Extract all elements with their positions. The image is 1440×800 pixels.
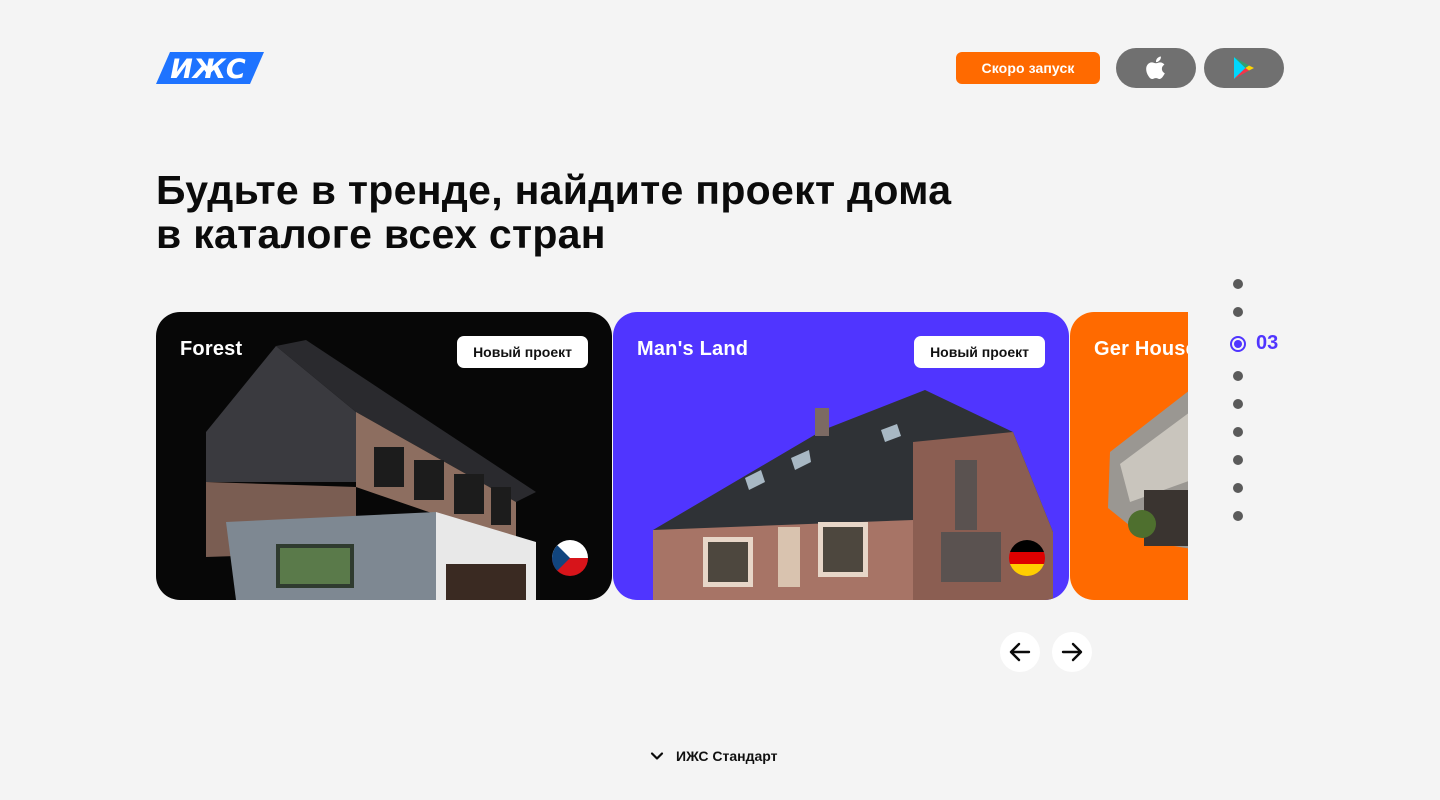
chevron-down-icon [650,752,664,760]
project-card-mans-land[interactable]: Man's Land Новый проект [613,312,1069,600]
project-card-ger-house[interactable]: Ger House [1070,312,1188,600]
card-title: Forest [180,338,243,360]
coming-soon-button[interactable]: Скоро запуск [956,52,1100,84]
pagination-dot[interactable] [1233,483,1243,493]
pagination-current-number: 03 [1256,332,1279,354]
logo-text: ИЖС [170,54,246,84]
card-title: Ger House [1094,338,1188,360]
previous-button[interactable] [1000,632,1040,672]
page-headline: Будьте в тренде, найдите проект дома в к… [156,168,1136,256]
google-play-button[interactable] [1204,48,1284,88]
arrow-right-icon [1061,642,1083,662]
next-button[interactable] [1052,632,1092,672]
arrow-left-icon [1009,642,1031,662]
google-play-icon [1234,57,1254,79]
pagination-dot[interactable] [1233,511,1243,521]
czech-flag-icon [552,540,588,576]
carousel-pagination: 03 [1230,276,1290,526]
new-project-badge: Новый проект [914,336,1045,368]
project-carousel[interactable]: Forest Новый проект Man's Land Новый про… [156,312,1188,600]
pagination-dot[interactable] [1233,307,1243,317]
headline-line-2: в каталоге всех стран [156,211,606,257]
pagination-dot[interactable] [1233,279,1243,289]
standard-toggle[interactable]: ИЖС Стандарт [648,744,777,768]
pagination-dot[interactable] [1233,371,1243,381]
logo[interactable]: ИЖС [156,52,264,84]
pagination-dot[interactable] [1233,455,1243,465]
standard-toggle-label: ИЖС Стандарт [676,748,778,764]
pagination-dot[interactable] [1233,427,1243,437]
new-project-badge: Новый проект [457,336,588,368]
headline-line-1: Будьте в тренде, найдите проект дома [156,167,952,213]
pagination-dot[interactable] [1233,399,1243,409]
apple-icon [1146,56,1165,79]
card-title: Man's Land [637,338,749,360]
project-card-forest[interactable]: Forest Новый проект [156,312,612,600]
page: ИЖС Скоро запуск Будьте в тренде, найдит… [0,0,1440,800]
germany-flag-icon [1009,540,1045,576]
app-store-button[interactable] [1116,48,1196,88]
pagination-dot-active[interactable] [1230,336,1246,352]
